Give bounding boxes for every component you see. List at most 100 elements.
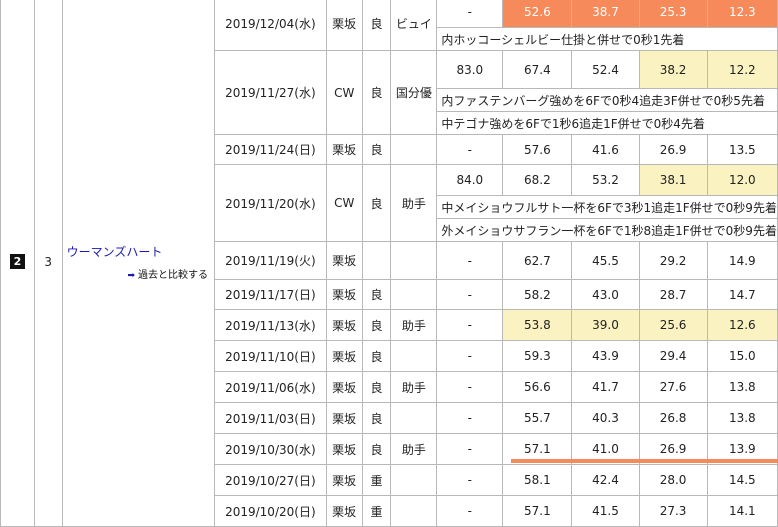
condition-cell: 良 <box>361 309 392 341</box>
time-t3-cell: 39.0 <box>571 309 640 341</box>
date-cell: 2019/11/20(水) <box>213 164 327 242</box>
course-cell: 栗坂 <box>325 0 363 51</box>
workout-table: 2 3 ウーマンズハート ➡ 過去と比較する 2019/12/04(水) 栗坂良ビュイ -52… <box>0 0 778 527</box>
course-cell: 栗坂 <box>325 495 363 527</box>
date-cell: 2019/11/03(日) <box>213 402 327 434</box>
time-t5-cell: - <box>436 0 504 28</box>
date-cell: 2019/10/27(日) <box>213 464 327 496</box>
time-t1-cell: 13.8 <box>706 402 778 434</box>
condition-cell <box>361 241 392 280</box>
time-t1-cell: 14.9 <box>706 241 778 280</box>
time-t4-cell: 62.7 <box>502 241 573 280</box>
time-t4-cell: 58.2 <box>502 279 573 310</box>
time-t4-cell: 57.1 <box>502 495 573 527</box>
rider-cell: ビュイ <box>390 0 438 51</box>
time-t2-cell: 26.9 <box>638 134 708 165</box>
time-t5-cell: - <box>436 495 504 527</box>
time-t5-cell: - <box>436 309 504 341</box>
condition-cell: 良 <box>361 402 392 434</box>
date-cell: 2019/11/17(日) <box>213 279 327 310</box>
date-cell: 2019/11/10(日) <box>213 340 327 372</box>
next-row-highlight <box>511 459 778 463</box>
time-t3-cell: 41.7 <box>571 371 640 403</box>
time-t3-cell: 53.2 <box>571 164 640 196</box>
rider-cell: 助手 <box>390 433 438 465</box>
time-t3-cell: 43.0 <box>571 279 640 310</box>
course-cell: CW <box>325 164 363 242</box>
condition-cell: 良 <box>361 433 392 465</box>
arrow-right-icon: ➡ <box>127 270 135 281</box>
time-t4-cell: 52.6 <box>502 0 573 28</box>
time-t2-cell: 29.2 <box>638 241 708 280</box>
compare-label: 過去と比較する <box>137 269 208 281</box>
date-cell: 2019/11/27(水) <box>213 50 327 135</box>
horse-name-link[interactable]: ウーマンズハート <box>63 243 213 260</box>
time-t2-cell: 38.2 <box>638 50 708 89</box>
rider-cell: 助手 <box>390 164 438 242</box>
condition-cell: 良 <box>361 371 392 403</box>
time-t4-cell: 56.6 <box>502 371 573 403</box>
condition-cell: 良 <box>361 279 392 310</box>
date-cell: 2019/11/13(水) <box>213 309 327 341</box>
time-t1-cell: 12.0 <box>706 164 778 196</box>
rider-cell: 国分優 <box>390 50 438 135</box>
time-t1-cell: 13.5 <box>706 134 778 165</box>
time-t5-cell: - <box>436 279 504 310</box>
course-cell: 栗坂 <box>325 402 363 434</box>
time-t3-cell: 43.9 <box>571 340 640 372</box>
workout-comment: 外メイショウサフラン一杯を6Fで1秒8追走1F併せで0秒9先着 <box>436 218 778 242</box>
time-t4-cell: 68.2 <box>502 164 573 196</box>
wakuban-cell: 2 <box>0 0 35 527</box>
rider-cell <box>390 340 438 372</box>
time-t1-cell: 12.3 <box>706 0 778 28</box>
time-t3-cell: 52.4 <box>571 50 640 89</box>
date-cell: 2019/11/19(火) <box>213 241 327 280</box>
compare-link[interactable]: ➡ 過去と比較する <box>63 266 213 281</box>
time-t5-cell: - <box>436 464 504 496</box>
rider-cell: 助手 <box>390 309 438 341</box>
time-t2-cell: 25.3 <box>638 0 708 28</box>
course-cell: 栗坂 <box>325 433 363 465</box>
rider-cell <box>390 402 438 434</box>
time-t1-cell: 12.6 <box>706 309 778 341</box>
time-t2-cell: 28.0 <box>638 464 708 496</box>
condition-cell: 重 <box>361 464 392 496</box>
condition-cell: 良 <box>361 0 392 51</box>
time-t5-cell: 83.0 <box>436 50 504 89</box>
time-t2-cell: 28.7 <box>638 279 708 310</box>
time-t3-cell: 45.5 <box>571 241 640 280</box>
time-t5-cell: - <box>436 241 504 280</box>
course-cell: 栗坂 <box>325 134 363 165</box>
time-t4-cell: 58.1 <box>502 464 573 496</box>
course-cell: 栗坂 <box>325 464 363 496</box>
condition-cell: 良 <box>361 50 392 135</box>
course-cell: 栗坂 <box>325 309 363 341</box>
time-t2-cell: 27.3 <box>638 495 708 527</box>
date-cell: 2019/10/30(水) <box>213 433 327 465</box>
time-t4-cell: 53.8 <box>502 309 573 341</box>
time-t3-cell: 40.3 <box>571 402 640 434</box>
time-t3-cell: 41.5 <box>571 495 640 527</box>
workout-comment: 内ファステンバーグ強めを6Fで0秒4追走3F併せで0秒5先着 <box>436 88 778 112</box>
time-t5-cell: - <box>436 340 504 372</box>
time-t1-cell: 15.0 <box>706 340 778 372</box>
course-cell: 栗坂 <box>325 371 363 403</box>
time-t5-cell: 84.0 <box>436 164 504 196</box>
date-cell: 2019/11/06(水) <box>213 371 327 403</box>
time-t4-cell: 67.4 <box>502 50 573 89</box>
workout-row: 2 3 ウーマンズハート ➡ 過去と比較する 2019/12/04(水) 栗坂良ビュイ -52… <box>0 0 778 527</box>
rider-cell <box>390 464 438 496</box>
condition-cell: 良 <box>361 164 392 242</box>
time-t2-cell: 25.6 <box>638 309 708 341</box>
time-t1-cell: 14.1 <box>706 495 778 527</box>
workout-comment: 中テゴナ強めを6Fで1秒6追走1F併せで0秒4先着 <box>436 111 778 135</box>
time-t2-cell: 27.6 <box>638 371 708 403</box>
time-t2-cell: 29.4 <box>638 340 708 372</box>
workout-comment: 内ホッコーシェルビー仕掛と併せで0秒1先着 <box>436 27 778 51</box>
time-t2-cell: 26.8 <box>638 402 708 434</box>
time-t5-cell: - <box>436 433 504 465</box>
time-t1-cell: 12.2 <box>706 50 778 89</box>
time-t5-cell: - <box>436 402 504 434</box>
rider-cell: 助手 <box>390 371 438 403</box>
date-cell: 2019/10/20(日) <box>213 495 327 527</box>
